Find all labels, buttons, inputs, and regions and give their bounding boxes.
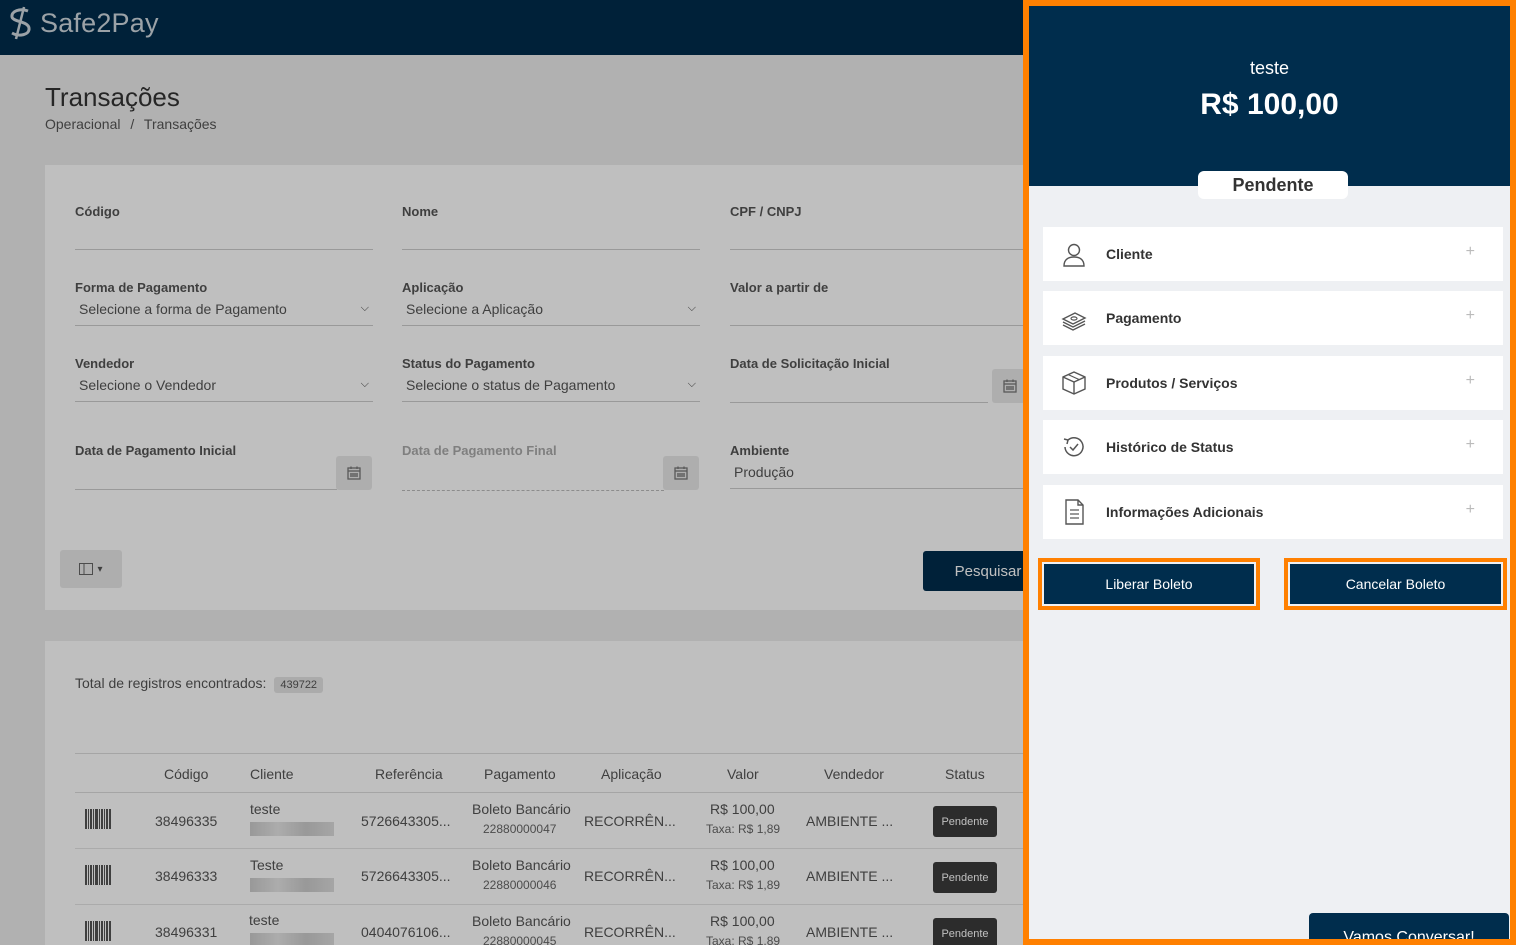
money-stack-icon [1061,312,1087,331]
accordion-historico-status[interactable]: Histórico de Status + [1043,420,1503,474]
accordion-pagamento[interactable]: Pagamento + [1043,291,1503,345]
plus-icon: + [1465,307,1475,324]
box-icon [1062,371,1086,395]
accordion-label: Cliente [1106,246,1153,262]
accordion-label: Informações Adicionais [1106,504,1264,520]
transaction-amount: R$ 100,00 [1200,88,1339,121]
plus-icon: + [1465,436,1475,453]
plus-icon: + [1465,243,1475,260]
user-icon [1063,243,1085,267]
document-icon [1065,499,1084,525]
accordion-informacoes-adicionais[interactable]: Informações Adicionais + [1043,485,1503,539]
modal-backdrop[interactable] [0,0,1023,945]
chat-button[interactable]: Vamos Conversar! [1309,913,1509,939]
accordion-cliente[interactable]: Cliente + [1043,227,1503,281]
accordion-label: Pagamento [1106,310,1182,326]
plus-icon: + [1465,372,1475,389]
transaction-detail-panel: teste R$ 100,00 Pendente Cliente + Pagam… [1023,0,1516,945]
accordion-produtos-servicos[interactable]: Produtos / Serviços + [1043,356,1503,410]
status-chip: Pendente [1198,171,1348,199]
customer-name: teste [1249,58,1290,78]
accordion-label: Produtos / Serviços [1106,375,1238,391]
accordion-label: Histórico de Status [1106,439,1234,455]
release-boleto-button[interactable]: Liberar Boleto [1044,564,1254,604]
cancel-boleto-highlight: Cancelar Boleto [1284,558,1507,610]
plus-icon: + [1465,501,1475,518]
release-boleto-highlight: Liberar Boleto [1038,558,1260,610]
panel-header: teste R$ 100,00 [1029,6,1510,186]
history-icon [1063,436,1084,457]
cancel-boleto-button[interactable]: Cancelar Boleto [1290,564,1501,604]
